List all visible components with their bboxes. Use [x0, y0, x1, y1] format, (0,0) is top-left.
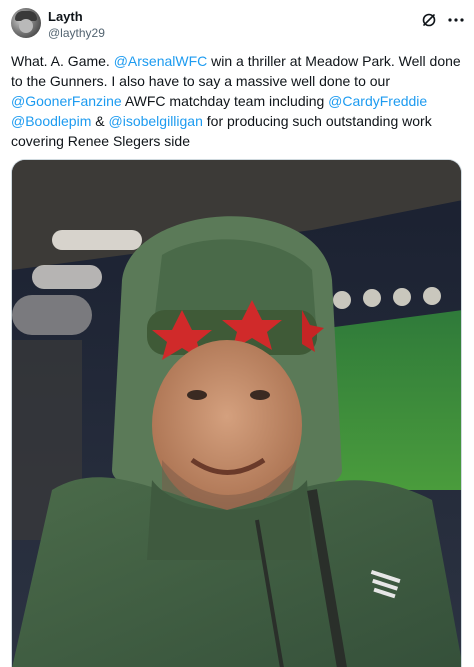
- tweet-text-segment: What. A. Game.: [11, 53, 114, 69]
- tweet-photo[interactable]: [11, 159, 462, 667]
- avatar-face: [19, 19, 33, 33]
- author-name[interactable]: Layth: [48, 9, 83, 24]
- photo-illustration: [12, 160, 461, 667]
- tweet-text-segment: AWFC matchday team including: [121, 93, 329, 109]
- mention-link[interactable]: @ArsenalWFC: [114, 53, 208, 69]
- mention-link[interactable]: @GoonerFanzine: [11, 93, 122, 109]
- grok-icon[interactable]: [421, 12, 437, 28]
- author-avatar[interactable]: [11, 8, 41, 38]
- more-horizontal-icon[interactable]: [447, 12, 465, 28]
- mention-link[interactable]: @CardyFreddie: [328, 93, 427, 109]
- author-handle[interactable]: @laythy29: [48, 26, 105, 40]
- tweet-text-segment: &: [91, 113, 109, 129]
- mention-link[interactable]: @isobelgilligan: [109, 113, 203, 129]
- mention-link[interactable]: @Boodlepim: [11, 113, 91, 129]
- tweet-text: What. A. Game. @ArsenalWFC win a thrille…: [11, 51, 466, 151]
